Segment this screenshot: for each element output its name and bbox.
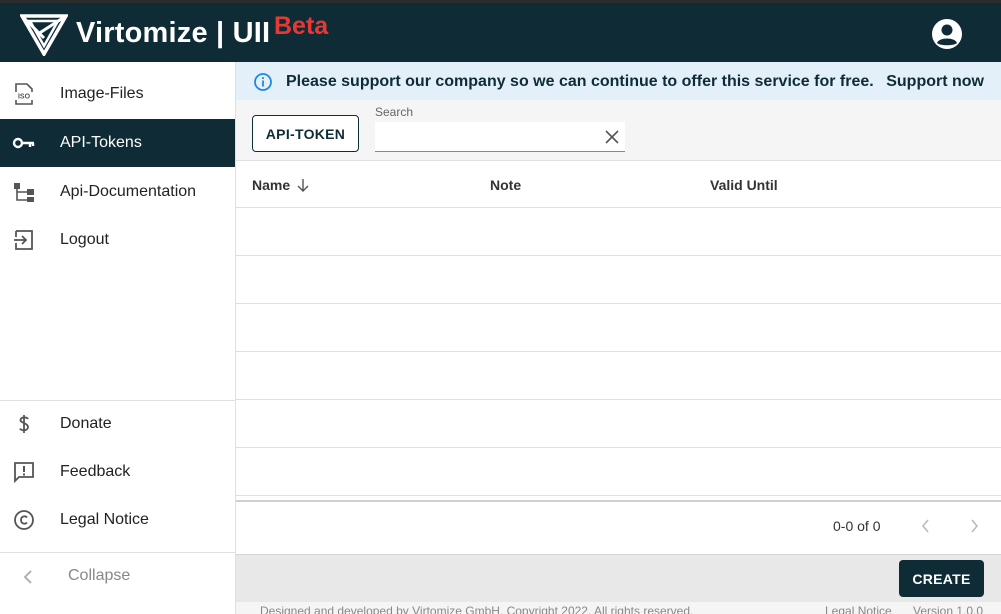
api-token-button[interactable]: API-TOKEN: [252, 115, 359, 152]
sidebar-item-label: Legal Notice: [60, 511, 149, 528]
table-header: Name Note Valid Until: [236, 160, 1001, 208]
search-input[interactable]: [375, 122, 595, 150]
sidebar-item-donate[interactable]: Donate: [0, 400, 235, 448]
sidebar-item-label: Image-Files: [60, 85, 144, 102]
support-banner: Please support our company so we can con…: [236, 62, 1001, 100]
sidebar-item-image-files[interactable]: ISO Image-Files: [0, 70, 235, 118]
footer-version: Version 1.0.0: [913, 604, 984, 614]
main-content: API-TOKEN Search Name Note Valid Until 0…: [236, 100, 1001, 554]
table-row: [236, 400, 1001, 448]
sidebar-item-legal-notice[interactable]: Legal Notice: [0, 496, 235, 544]
pagination-summary: 0-0 of 0: [833, 518, 881, 534]
info-icon: [254, 73, 272, 91]
iso-file-icon: ISO: [12, 82, 36, 106]
table-divider: [236, 500, 1001, 502]
table-row: [236, 352, 1001, 400]
footer-credit: Designed and developed by Virtomize GmbH…: [260, 604, 694, 614]
sidebar-item-label: API-Tokens: [60, 134, 142, 151]
collapse-button[interactable]: Collapse: [0, 553, 235, 601]
chevron-left-icon: [23, 570, 32, 584]
account-circle-icon[interactable]: [931, 18, 963, 50]
sidebar-item-api-tokens[interactable]: API-Tokens: [0, 119, 235, 167]
top-app-bar: Virtomize | UII Beta: [0, 0, 1001, 62]
sidebar-item-label: Feedback: [60, 463, 131, 480]
sitemap-icon: [12, 180, 36, 204]
table-row: [236, 208, 1001, 256]
logout-icon: [12, 228, 36, 252]
virtomize-logo-icon: [20, 14, 68, 56]
column-header-note[interactable]: Note: [490, 177, 521, 193]
collapse-label: Collapse: [68, 567, 131, 584]
key-icon: [12, 131, 36, 155]
table-row: [236, 256, 1001, 304]
sidebar-item-api-documentation[interactable]: Api-Documentation: [0, 168, 235, 216]
copyright-icon: [12, 508, 36, 532]
chevron-right-icon[interactable]: [964, 516, 984, 536]
table-row: [236, 304, 1001, 352]
sidebar-item-label: Logout: [60, 231, 109, 248]
sidebar-item-label: Donate: [60, 415, 112, 432]
search-field: [375, 122, 625, 152]
toolbar: API-TOKEN Search: [236, 100, 1001, 160]
create-button[interactable]: CREATE: [899, 560, 984, 597]
banner-message: Please support our company so we can con…: [286, 73, 874, 90]
action-bar: CREATE: [236, 554, 1001, 602]
column-header-name[interactable]: Name: [252, 177, 290, 193]
column-header-valid-until[interactable]: Valid Until: [710, 177, 778, 193]
sidebar-item-feedback[interactable]: Feedback: [0, 448, 235, 496]
sidebar-item-label: Api-Documentation: [60, 183, 197, 200]
sidebar-item-logout[interactable]: Logout: [0, 216, 235, 264]
beta-badge: Beta: [274, 12, 329, 40]
sidebar: ISO Image-Files API-Tokens Api-Documenta…: [0, 62, 236, 614]
feedback-icon: [12, 460, 36, 484]
clear-icon[interactable]: [605, 130, 619, 144]
footer-legal-notice-link[interactable]: Legal Notice: [825, 604, 892, 614]
arrow-down-icon[interactable]: [296, 178, 310, 192]
dollar-icon: [12, 412, 36, 436]
app-title: Virtomize | UII: [76, 17, 271, 49]
search-label: Search: [375, 105, 414, 119]
chevron-left-icon[interactable]: [916, 516, 936, 536]
support-now-link[interactable]: Support now: [886, 73, 984, 91]
table-row: [236, 448, 1001, 496]
svg-text:ISO: ISO: [18, 94, 31, 101]
